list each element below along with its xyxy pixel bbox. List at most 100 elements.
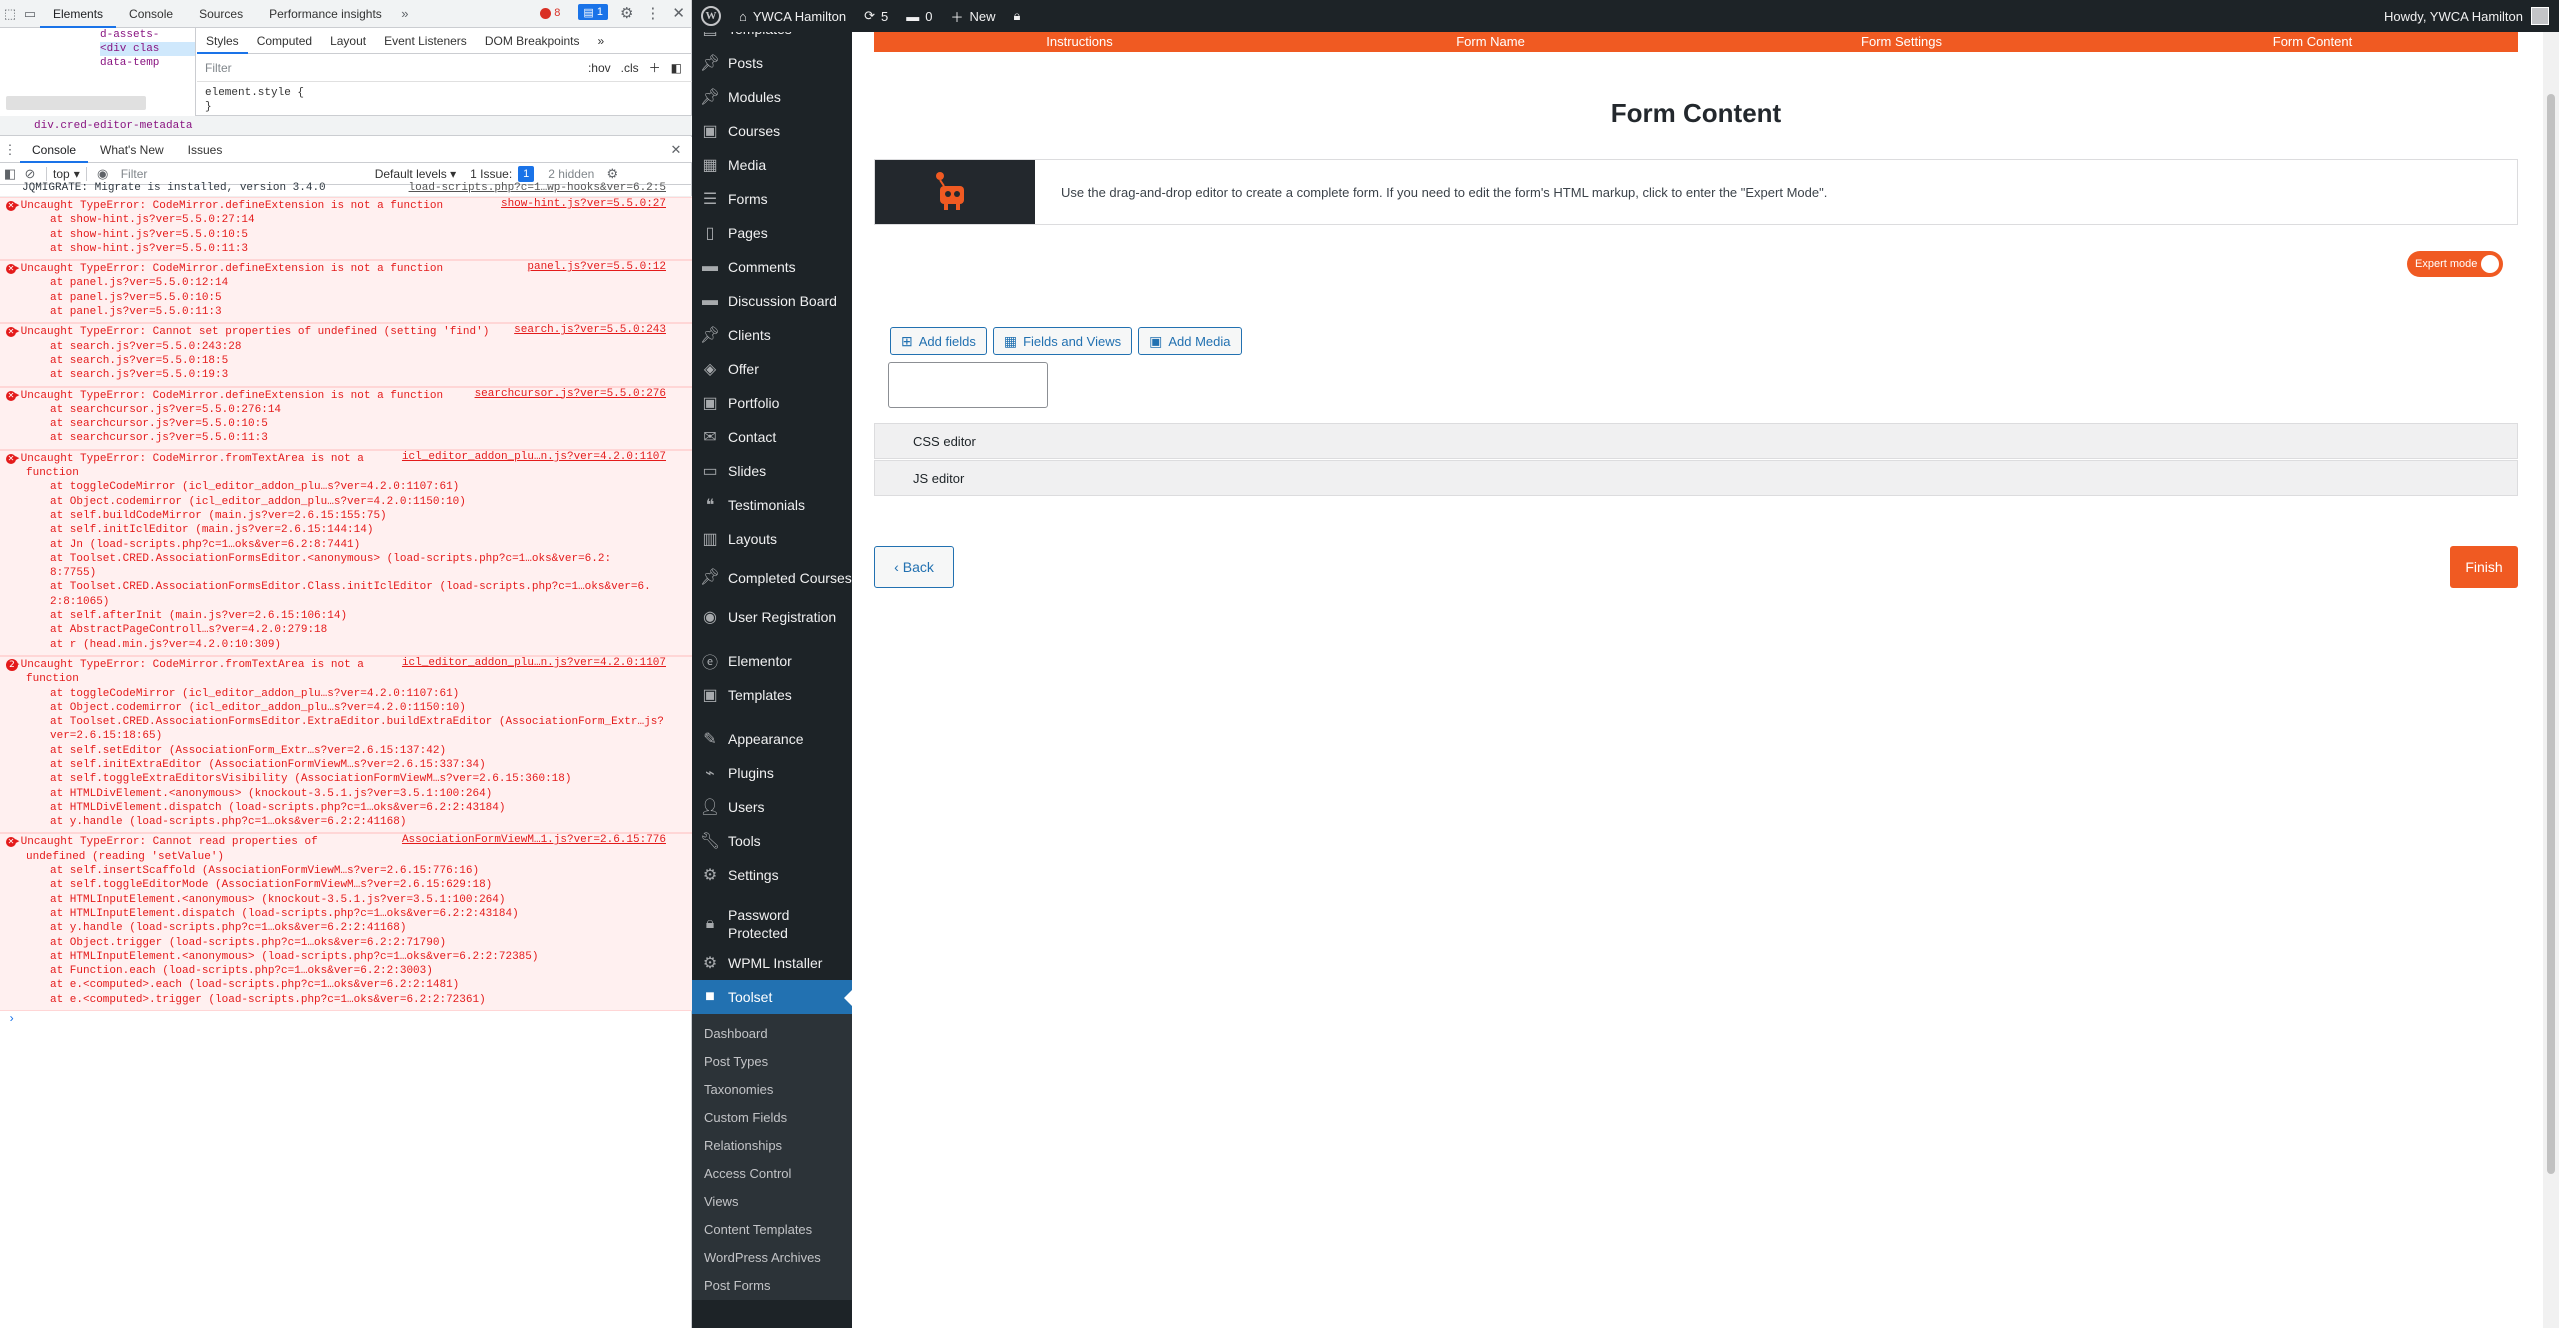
stack-frame[interactable]: at search.js?ver=5.5.0:19:3 <box>0 368 692 382</box>
hov-toggle[interactable]: :hov <box>588 61 611 75</box>
my-account-menu[interactable]: Howdy, YWCA Hamilton <box>2384 0 2549 32</box>
inspect-icon[interactable]: ⬚ <box>0 4 20 24</box>
stack-frame[interactable]: at search.js?ver=5.5.0:18:5 <box>0 354 692 368</box>
stack-frame[interactable]: at panel.js?ver=5.5.0:10:5 <box>0 291 692 305</box>
console-error-message[interactable]: ✕ ▸Uncaught TypeError: CodeMirror.fromTex… <box>0 449 692 656</box>
stack-frame[interactable]: at Toolset.CRED.AssociationFormsEditor.E… <box>0 715 692 729</box>
message-count-badge[interactable]: ▤ 1 <box>578 4 608 20</box>
error-source-link[interactable]: icl_editor_addon_plu…n.js?ver=4.2.0:1107 <box>402 657 666 669</box>
submenu-item-views[interactable]: Views <box>692 1188 852 1216</box>
device-toolbar-icon[interactable]: ▭ <box>20 4 40 24</box>
sidebar-item-contact[interactable]: ✉ Contact <box>692 420 852 454</box>
lock-menu[interactable]: 🔒︎ <box>1004 0 1029 32</box>
stack-frame[interactable]: at Toolset.CRED.AssociationFormsEditor.C… <box>0 580 692 594</box>
console-error-message[interactable]: ✕ ▸Uncaught TypeError: CodeMirror.defineE… <box>0 197 692 261</box>
sidebar-item-courses[interactable]: ▣ Courses <box>692 114 852 148</box>
stack-frame[interactable]: at self.buildCodeMirror (main.js?ver=2.6… <box>0 509 692 523</box>
stack-frame[interactable]: at Object.codemirror (icl_editor_addon_p… <box>0 701 692 715</box>
stack-frame[interactable]: at searchcursor.js?ver=5.5.0:11:3 <box>0 431 692 445</box>
sidebar-item-toolset[interactable]: ■ Toolset <box>692 980 852 1014</box>
dom-horizontal-scrollbar[interactable] <box>6 96 146 110</box>
sidebar-item-completed-courses[interactable]: 📌︎ Completed Courses <box>692 556 852 600</box>
more-tabs-icon[interactable]: » <box>395 4 415 24</box>
comments-menu[interactable]: ▬ 0 <box>897 0 941 32</box>
error-source-link[interactable]: panel.js?ver=5.5.0:12 <box>527 261 666 273</box>
sidebar-item-plugins[interactable]: ⌁ Plugins <box>692 756 852 790</box>
stack-frame[interactable]: at Object.trigger (load-scripts.php?c=1…… <box>0 936 692 950</box>
element-style-rule[interactable]: element.style { } <box>197 82 692 118</box>
finish-button[interactable]: Finish <box>2450 546 2518 588</box>
tab-console[interactable]: Console <box>116 0 186 28</box>
tab-performance-insights[interactable]: Performance insights <box>256 0 395 28</box>
stack-frame[interactable]: at self.setEditor (AssociationForm_Extr…… <box>0 744 692 758</box>
more-style-tabs-icon[interactable]: » <box>589 28 614 54</box>
stack-frame[interactable]: at searchcursor.js?ver=5.5.0:10:5 <box>0 417 692 431</box>
sidebar-item-slides[interactable]: ▭ Slides <box>692 454 852 488</box>
console-error-message[interactable]: ✕ ▸Uncaught TypeError: CodeMirror.defineE… <box>0 386 692 450</box>
sidebar-item-modules[interactable]: 📌︎ Modules <box>692 80 852 114</box>
stack-frame[interactable]: ver=2.6.15:18:65) <box>0 729 692 743</box>
page-scrollbar[interactable] <box>2543 32 2559 1328</box>
submenu-item-post-types[interactable]: Post Types <box>692 1048 852 1076</box>
sidebar-item-comments[interactable]: ▬ Comments <box>692 250 852 284</box>
updates-menu[interactable]: ⟳ 5 <box>855 0 897 32</box>
stack-frame[interactable]: 2:8:1065) <box>0 595 692 609</box>
stack-frame[interactable]: at HTMLInputElement.<anonymous> (knockou… <box>0 893 692 907</box>
sidebar-item-templates[interactable]: ▣ Templates <box>692 678 852 712</box>
new-style-rule-icon[interactable]: ＋ <box>649 59 661 76</box>
sidebar-item-media[interactable]: ▦ Media <box>692 148 852 182</box>
stack-frame[interactable]: at y.handle (load-scripts.php?c=1…oks&ve… <box>0 815 692 829</box>
sidebar-item-discussion-board[interactable]: ▬ Discussion Board <box>692 284 852 318</box>
submenu-item-custom-fields[interactable]: Custom Fields <box>692 1104 852 1132</box>
back-button[interactable]: ‹ Back <box>874 546 954 588</box>
submenu-item-dashboard[interactable]: Dashboard <box>692 1020 852 1048</box>
sidebar-item-wpml-installer[interactable]: ⚙ WPML Installer <box>692 946 852 980</box>
sidebar-item-posts[interactable]: 📌︎ Posts <box>692 46 852 80</box>
breadcrumb-item[interactable]: div.cred-editor-metadata <box>34 120 192 132</box>
cls-toggle[interactable]: .cls <box>621 61 639 75</box>
submenu-item-post-forms[interactable]: Post Forms <box>692 1272 852 1300</box>
new-content-menu[interactable]: ＋ New <box>941 0 1004 32</box>
submenu-item-access-control[interactable]: Access Control <box>692 1160 852 1188</box>
sidebar-item-layouts[interactable]: ▥ Layouts <box>692 522 852 556</box>
stack-frame[interactable]: at self.initIclEditor (main.js?ver=2.6.1… <box>0 523 692 537</box>
computed-sidebar-icon[interactable]: ◧ <box>671 61 682 75</box>
console-error-message[interactable]: 2▸Uncaught TypeError: CodeMirror.fromTex… <box>0 655 692 834</box>
error-source-link[interactable]: searchcursor.js?ver=5.5.0:276 <box>475 388 666 400</box>
sidebar-item-pages[interactable]: ▯ Pages <box>692 216 852 250</box>
sidebar-item-tools[interactable]: 🔧︎ Tools <box>692 824 852 858</box>
stack-frame[interactable]: at r (head.min.js?ver=4.2.0:10:309) <box>0 638 692 652</box>
submenu-item-taxonomies[interactable]: Taxonomies <box>692 1076 852 1104</box>
error-source-link[interactable]: search.js?ver=5.5.0:243 <box>514 324 666 336</box>
js-editor-toggle[interactable]: JS editor <box>874 460 2518 496</box>
stack-frame[interactable]: at Jn (load-scripts.php?c=1…oks&ver=6.2:… <box>0 538 692 552</box>
stack-frame[interactable]: at AbstractPageControll…s?ver=4.2.0:279:… <box>0 623 692 637</box>
drawer-menu-icon[interactable]: ⋮ <box>0 140 20 160</box>
tab-layout[interactable]: Layout <box>321 28 375 54</box>
styles-filter-input[interactable]: Filter <box>205 61 588 75</box>
css-editor-toggle[interactable]: CSS editor <box>874 423 2518 459</box>
sidebar-item-user-registration[interactable]: ◉ User Registration <box>692 600 852 634</box>
sidebar-item-testimonials[interactable]: ❝ Testimonials <box>692 488 852 522</box>
stack-frame[interactable]: at HTMLInputElement.<anonymous> (load-sc… <box>0 950 692 964</box>
console-error-message[interactable]: ✕ ▸Uncaught TypeError: Cannot set propert… <box>0 323 692 387</box>
wp-logo-menu[interactable]: W <box>692 0 730 32</box>
stack-frame[interactable]: at y.handle (load-scripts.php?c=1…oks&ve… <box>0 921 692 935</box>
expert-mode-toggle[interactable]: Expert mode <box>2407 251 2503 277</box>
error-source-link[interactable]: icl_editor_addon_plu…n.js?ver=4.2.0:1107 <box>402 451 666 463</box>
submenu-item-relationships[interactable]: Relationships <box>692 1132 852 1160</box>
tab-elements[interactable]: Elements <box>40 0 117 28</box>
form-editor-textarea[interactable] <box>888 362 1048 408</box>
sidebar-item-portfolio[interactable]: ▣ Portfolio <box>692 386 852 420</box>
tab-styles[interactable]: Styles <box>197 28 248 54</box>
stack-frame[interactable]: at toggleCodeMirror (icl_editor_addon_pl… <box>0 687 692 701</box>
submenu-item-wordpress-archives[interactable]: WordPress Archives <box>692 1244 852 1272</box>
stack-frame[interactable]: at e.<computed>.trigger (load-scripts.ph… <box>0 993 692 1007</box>
stack-frame[interactable]: at e.<computed>.each (load-scripts.php?c… <box>0 978 692 992</box>
stack-frame[interactable]: at self.afterInit (main.js?ver=2.6.15:10… <box>0 609 692 623</box>
stack-frame[interactable]: at self.initExtraEditor (AssociationForm… <box>0 758 692 772</box>
stack-frame[interactable]: at Toolset.CRED.AssociationFormsEditor.<… <box>0 552 692 566</box>
wizard-step-instructions[interactable]: Instructions <box>874 32 1285 52</box>
wizard-step-form-settings[interactable]: Form Settings <box>1696 32 2107 52</box>
drawer-tab-issues[interactable]: Issues <box>176 137 235 163</box>
